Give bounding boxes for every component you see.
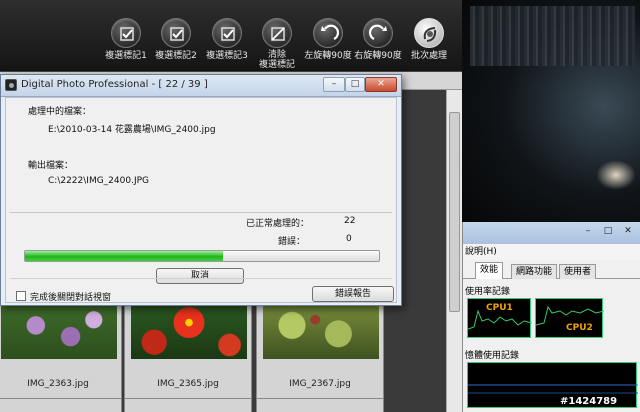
clear-check-mark-button[interactable]: 清除 複選標記 <box>249 18 305 72</box>
scrollbar-thumb[interactable] <box>449 112 460 312</box>
thumbnail-card[interactable]: IMG_2365.jpg <box>124 300 252 400</box>
cpu1-label: CPU1 <box>486 303 513 313</box>
thumbnail-card[interactable] <box>124 398 252 412</box>
processing-file-path: E:\2010-03-14 花露農場\IMG_2400.jpg <box>48 125 216 135</box>
minimize-icon[interactable]: – <box>323 77 345 92</box>
processing-file-label: 處理中的檔案： <box>28 107 92 117</box>
thumbnail-card[interactable]: IMG_2367.jpg <box>256 300 384 400</box>
thumbnail-filename: IMG_2363.jpg <box>27 379 89 389</box>
error-report-button[interactable]: 錯誤報告 <box>312 286 394 302</box>
maximize-icon[interactable]: □ <box>345 77 365 92</box>
check-mark-2-button[interactable]: 複選標記2 <box>148 18 204 72</box>
main-toolbar: 複選標記1 複選標記2 複選標記3 清除 複選標記 左旋轉90度 右旋轉90度 … <box>0 0 462 72</box>
task-manager-window: – □ ✕ 說明(H) 效能 網路功能 使用者 使用率記錄 CPU1 CPU2 … <box>462 222 640 412</box>
batch-process-icon <box>414 18 444 48</box>
tab-networking[interactable]: 網路功能 <box>511 264 558 279</box>
close-icon[interactable]: ✕ <box>365 77 397 92</box>
dialog-title: Digital Photo Professional - [ 22 / 39 ] <box>21 79 208 90</box>
cpu1-graph: CPU1 <box>467 298 532 338</box>
thumbnail-image <box>263 303 379 359</box>
thumbnail-card[interactable] <box>0 398 122 412</box>
rotate-left-icon <box>313 18 343 48</box>
rotate-left-button[interactable]: 左旋轉90度 <box>300 18 356 72</box>
dialog-content: 處理中的檔案： E:\2010-03-14 花露農場\IMG_2400.jpg … <box>5 97 397 303</box>
memory-history-label: 憶體使用記錄 <box>465 351 520 361</box>
close-when-done-label: 完成後關閉對話視窗 <box>30 293 112 303</box>
task-manager-tabs: 效能 網路功能 使用者 <box>463 262 640 279</box>
background-photo-detail <box>470 6 635 66</box>
watermark-id: #1424789 <box>560 396 618 407</box>
maximize-icon[interactable]: □ <box>601 225 615 237</box>
cpu2-graph: CPU2 <box>535 298 604 338</box>
output-file-label: 輸出檔案： <box>28 161 74 171</box>
dialog-titlebar[interactable]: Digital Photo Professional - [ 22 / 39 ]… <box>1 75 401 97</box>
rotate-right-button[interactable]: 右旋轉90度 <box>350 18 406 72</box>
background-photo-highlight <box>596 160 636 190</box>
thumbnail-scrollbar[interactable] <box>446 90 462 412</box>
close-icon[interactable]: ✕ <box>621 225 635 237</box>
thumbnail-card[interactable] <box>256 398 384 412</box>
progress-bar-fill <box>25 251 224 261</box>
cpu-history-label: 使用率記錄 <box>465 287 511 297</box>
task-manager-titlebar[interactable]: – □ ✕ <box>463 222 640 244</box>
thumbnail-filename: IMG_2365.jpg <box>157 379 219 389</box>
check-mark-1-icon <box>111 18 141 48</box>
close-when-done-checkbox[interactable] <box>16 291 26 301</box>
tab-performance[interactable]: 效能 <box>475 262 504 279</box>
thumbnail-image <box>131 303 247 359</box>
error-count-label: 錯誤： <box>278 237 306 247</box>
check-mark-2-icon <box>161 18 191 48</box>
processed-count-value: 22 <box>344 216 356 226</box>
camera-app-icon <box>5 79 17 91</box>
error-count-value: 0 <box>346 234 352 244</box>
thumbnail-card[interactable]: IMG_2363.jpg <box>0 300 122 400</box>
batch-process-button[interactable]: 批次處理 <box>401 18 457 72</box>
divider <box>10 278 392 279</box>
rotate-right-icon <box>363 18 393 48</box>
check-mark-1-button[interactable]: 複選標記1 <box>98 18 154 72</box>
processed-count-label: 已正常處理的： <box>246 219 310 229</box>
clear-check-mark-icon <box>262 18 292 48</box>
progress-bar <box>24 250 380 262</box>
divider <box>10 212 392 213</box>
thumbnail-image <box>1 303 117 359</box>
cpu2-label: CPU2 <box>566 323 593 333</box>
thumbnail-filename: IMG_2367.jpg <box>289 379 351 389</box>
output-file-path: C:\2222\IMG_2400.JPG <box>48 176 149 186</box>
minimize-icon[interactable]: – <box>581 225 595 237</box>
cancel-button[interactable]: 取消 <box>156 268 244 284</box>
task-manager-menu-help[interactable]: 說明(H) <box>463 244 640 260</box>
check-mark-3-icon <box>212 18 242 48</box>
batch-progress-dialog: Digital Photo Professional - [ 22 / 39 ]… <box>0 74 402 306</box>
check-mark-3-button[interactable]: 複選標記3 <box>199 18 255 72</box>
tab-users[interactable]: 使用者 <box>559 264 597 279</box>
